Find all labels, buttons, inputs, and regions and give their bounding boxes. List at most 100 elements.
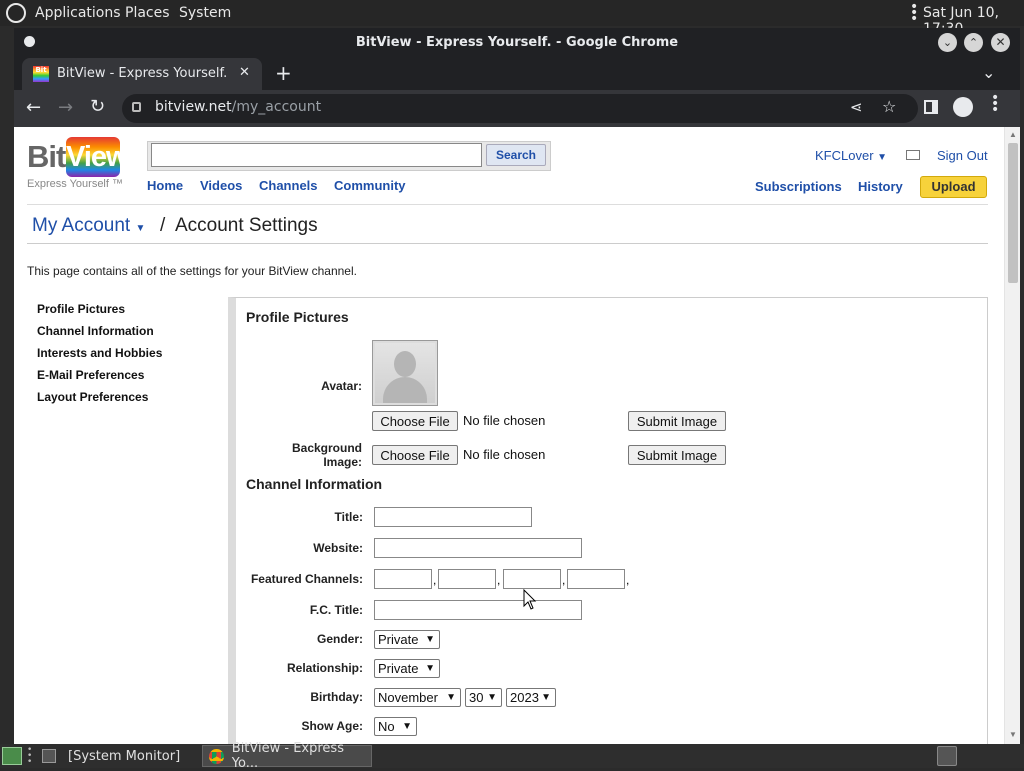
nav-channels[interactable]: Channels — [259, 178, 318, 193]
kebab-icon[interactable]: • • • — [910, 0, 918, 26]
search-button[interactable]: Search — [486, 144, 546, 166]
my-account-label: My Account — [32, 215, 131, 236]
sign-out-link[interactable]: Sign Out — [937, 148, 988, 163]
close-window-button[interactable]: ✕ — [991, 33, 1010, 52]
birthday-month-select[interactable]: November ▼ — [374, 688, 461, 707]
avatar-label: Avatar: — [321, 379, 362, 393]
tab-close-icon[interactable]: ✕ — [239, 65, 250, 80]
reload-button[interactable]: ↻ — [90, 96, 105, 117]
featured-channel-4-input[interactable] — [567, 569, 625, 589]
channel-information-heading: Channel Information — [246, 476, 383, 492]
forward-button[interactable]: → — [58, 97, 73, 118]
relationship-select[interactable]: Private ▼ — [374, 659, 440, 678]
show-desktop-icon[interactable] — [2, 747, 22, 765]
scroll-up-icon[interactable]: ▲ — [1009, 130, 1017, 139]
nav-community[interactable]: Community — [334, 178, 406, 193]
sidebar-item-layout-preferences[interactable]: Layout Preferences — [37, 390, 148, 404]
chevron-down-icon: ▼ — [402, 721, 412, 732]
side-panel-icon[interactable] — [924, 100, 938, 114]
history-link[interactable]: History — [858, 179, 903, 194]
chrome-menu-icon[interactable]: • • • — [991, 91, 999, 117]
new-tab-button[interactable]: + — [275, 61, 292, 85]
mail-icon[interactable] — [906, 150, 920, 160]
birthday-year-select[interactable]: 2023 ▼ — [506, 688, 556, 707]
relationship-value: Private — [378, 661, 419, 676]
chevron-down-icon: ▼ — [541, 692, 551, 703]
profile-avatar-icon[interactable] — [953, 97, 973, 117]
gender-select[interactable]: Private ▼ — [374, 630, 440, 649]
task-system-monitor[interactable]: [System Monitor] — [36, 745, 198, 767]
maximize-button[interactable]: ⌃ — [964, 33, 983, 52]
applications-menu[interactable]: Applications — [35, 5, 121, 21]
browser-toolbar: ← → ↻ bitview.net/my_account ⋖ ☆ • • • — [14, 90, 1020, 127]
avatar-silhouette-icon — [394, 351, 416, 377]
nav-home[interactable]: Home — [147, 178, 183, 193]
search-input[interactable] — [151, 143, 482, 167]
show-age-select[interactable]: No ▼ — [374, 717, 417, 736]
featured-channel-2-input[interactable] — [438, 569, 496, 589]
intro-text: This page contains all of the settings f… — [27, 264, 357, 278]
comma-separator: , — [433, 573, 437, 587]
minimize-button[interactable]: ⌄ — [938, 33, 957, 52]
background-submit-image-button[interactable]: Submit Image — [628, 445, 726, 465]
tab-list-chevron-icon[interactable]: ⌄ — [982, 63, 995, 82]
sidebar-item-interests-hobbies[interactable]: Interests and Hobbies — [37, 346, 162, 360]
birthday-day-select[interactable]: 30 ▼ — [465, 688, 502, 707]
breadcrumb-divider — [27, 243, 988, 244]
background-no-file-text: No file chosen — [463, 447, 546, 462]
back-button[interactable]: ← — [26, 97, 41, 118]
featured-channels-label: Featured Channels: — [250, 572, 363, 586]
tab-title: BitView - Express Yourself. — [57, 66, 228, 81]
sidebar-item-profile-pictures[interactable]: Profile Pictures — [37, 302, 125, 316]
title-input[interactable] — [374, 507, 532, 527]
tab-bitview[interactable]: Bit BitView - Express Yourself. ✕ — [22, 58, 262, 90]
page-scrollbar[interactable]: ▲ ▼ — [1004, 127, 1020, 744]
sidebar-item-channel-information[interactable]: Channel Information — [37, 324, 154, 338]
user-menu[interactable]: KFCLover ▼ — [815, 148, 887, 163]
background-image-label: Background Image: — [291, 441, 362, 469]
bookmark-star-icon[interactable]: ☆ — [882, 97, 896, 116]
subscriptions-link[interactable]: Subscriptions — [755, 179, 842, 194]
bitview-logo[interactable]: Bit View Express Yourself ™ — [27, 137, 129, 191]
mouse-cursor-icon — [523, 589, 537, 610]
scrollbar-thumb[interactable] — [1008, 143, 1018, 283]
featured-channel-1-input[interactable] — [374, 569, 432, 589]
breadcrumb-separator: / — [160, 215, 166, 236]
upload-button[interactable]: Upload — [920, 176, 987, 198]
birthday-day-value: 30 — [469, 690, 484, 705]
nav-videos[interactable]: Videos — [200, 178, 242, 193]
window-titlebar[interactable]: BitView - Express Yourself. - Google Chr… — [14, 28, 1020, 58]
comma-separator: , — [626, 573, 630, 587]
task-system-monitor-label: [System Monitor] — [68, 748, 181, 764]
address-bar[interactable]: bitview.net/my_account ⋖ ☆ — [122, 94, 918, 123]
sidebar-item-email-preferences[interactable]: E-Mail Preferences — [37, 368, 144, 382]
my-account-dropdown[interactable]: My Account ▼ — [32, 215, 145, 237]
header-divider — [27, 204, 988, 205]
gender-label: Gender: — [316, 632, 363, 646]
title-label: Title: — [334, 510, 363, 524]
top-panel: Applications Places System • • • Sat Jun 1… — [0, 0, 1024, 37]
avatar-submit-image-button[interactable]: Submit Image — [628, 411, 726, 431]
page-title: Account Settings — [175, 215, 318, 236]
fc-title-input[interactable] — [374, 600, 582, 620]
background-choose-file-button[interactable]: Choose File — [372, 445, 458, 465]
username: KFCLover — [815, 148, 874, 163]
website-input[interactable] — [374, 538, 582, 558]
share-icon[interactable]: ⋖ — [850, 98, 863, 116]
url-host: bitview.net — [155, 99, 232, 115]
avatar-image — [372, 340, 438, 406]
avatar-choose-file-button[interactable]: Choose File — [372, 411, 458, 431]
tray-chrome-icon[interactable] — [937, 746, 957, 766]
relationship-label: Relationship: — [286, 661, 363, 675]
birthday-label: Birthday: — [310, 690, 363, 704]
system-menu[interactable]: System — [179, 5, 231, 21]
gnome-foot-icon[interactable] — [6, 3, 26, 23]
chevron-down-icon: ▼ — [446, 692, 456, 703]
featured-channel-3-input[interactable] — [503, 569, 561, 589]
birthday-month-value: November — [378, 690, 438, 705]
taskbar-handle-icon: • • • — [27, 745, 33, 767]
gender-value: Private — [378, 632, 419, 647]
scroll-down-icon[interactable]: ▼ — [1009, 730, 1017, 739]
places-menu[interactable]: Places — [125, 5, 170, 21]
task-chrome[interactable]: BitView - Express Yo... — [202, 741, 372, 771]
